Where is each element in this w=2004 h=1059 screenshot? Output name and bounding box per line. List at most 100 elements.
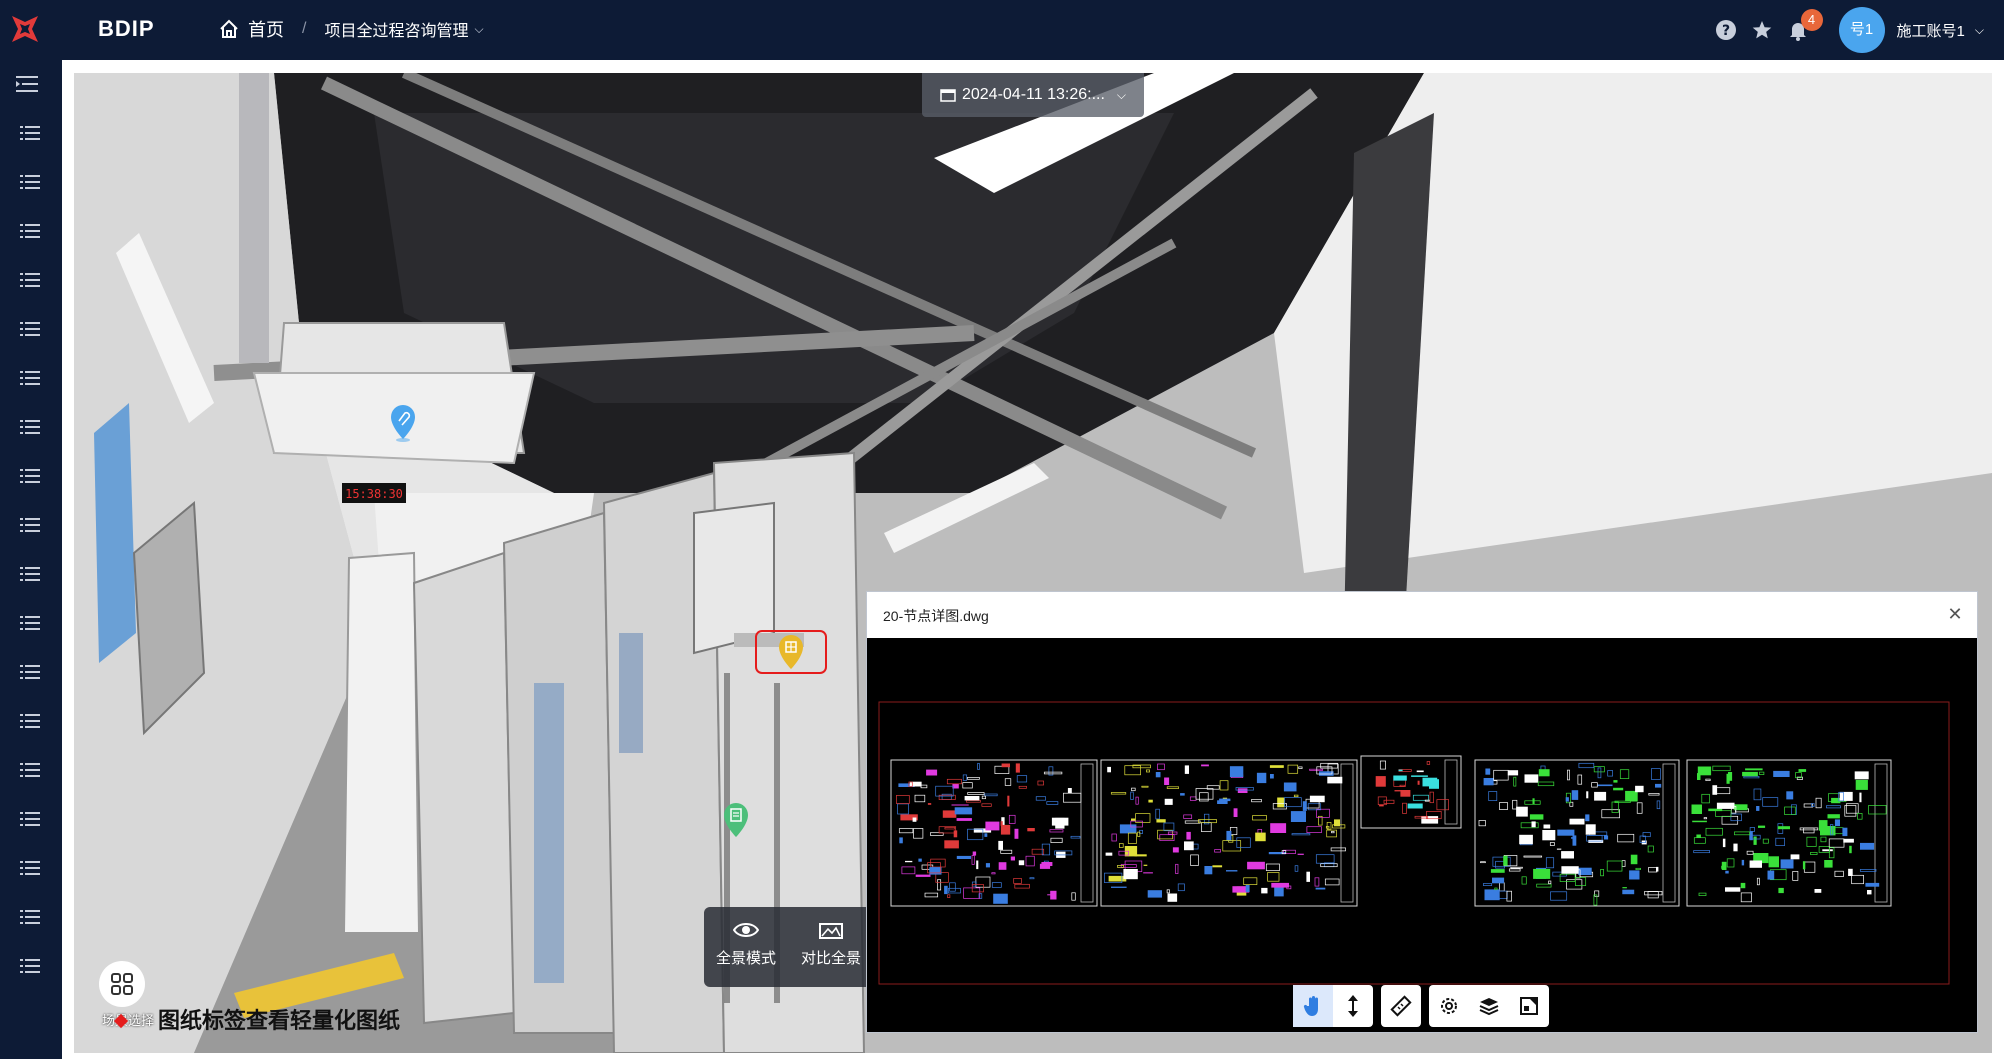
attachment-tag-pin[interactable] bbox=[388, 403, 418, 443]
cad-entity bbox=[1630, 854, 1638, 865]
cad-entity bbox=[1148, 799, 1153, 803]
list-menu-icon[interactable] bbox=[20, 663, 40, 681]
list-menu-icon[interactable] bbox=[20, 712, 40, 730]
cad-entity bbox=[1051, 817, 1069, 826]
list-menu-icon[interactable] bbox=[20, 810, 40, 828]
grid-icon bbox=[111, 973, 133, 995]
cad-entity bbox=[1229, 766, 1244, 778]
panorama-mode-button[interactable]: 全景模式 bbox=[704, 907, 788, 987]
breadcrumb-home[interactable]: 首页 bbox=[248, 16, 284, 42]
list-menu-icon[interactable] bbox=[20, 369, 40, 387]
list-menu-icon[interactable] bbox=[20, 467, 40, 485]
app-logo-icon[interactable] bbox=[6, 10, 44, 48]
cad-entity bbox=[1297, 853, 1304, 855]
cad-entity bbox=[1557, 829, 1575, 836]
cad-entity bbox=[1516, 806, 1528, 817]
cad-entity bbox=[909, 781, 922, 787]
cad-entity bbox=[1604, 835, 1609, 840]
cad-entity bbox=[1483, 778, 1494, 786]
cad-entity bbox=[944, 840, 959, 849]
cad-entity bbox=[1529, 814, 1544, 820]
chevron-down-icon[interactable]: ⌵ bbox=[474, 22, 483, 37]
cad-entity bbox=[1561, 851, 1574, 859]
cad-entity bbox=[1733, 843, 1738, 852]
cad-entity bbox=[1622, 887, 1627, 889]
cad-entity bbox=[905, 860, 913, 863]
cad-entity bbox=[1839, 791, 1853, 801]
cad-entity bbox=[1818, 820, 1828, 831]
cad-entity bbox=[1105, 852, 1113, 856]
cad-entity bbox=[1629, 870, 1640, 880]
scene-select-button[interactable] bbox=[99, 961, 145, 1007]
cad-entity bbox=[1635, 785, 1644, 793]
cad-entity bbox=[1212, 865, 1223, 868]
cad-entity bbox=[1827, 814, 1840, 819]
list-menu-icon[interactable] bbox=[20, 222, 40, 240]
list-menu-icon[interactable] bbox=[20, 565, 40, 583]
cad-entity bbox=[1613, 787, 1624, 791]
cad-entity bbox=[1834, 819, 1840, 827]
cad-entity bbox=[1571, 790, 1579, 800]
cad-entity bbox=[1740, 882, 1746, 889]
cad-entity bbox=[1167, 893, 1178, 902]
cad-entity bbox=[1741, 859, 1745, 866]
cad-entity bbox=[1107, 766, 1111, 773]
cad-entity bbox=[1186, 831, 1191, 840]
header-actions: ? 4 号1 施工账号1 ⌵ bbox=[1701, 7, 1984, 53]
home-icon[interactable] bbox=[218, 18, 240, 40]
cad-entity bbox=[1860, 842, 1875, 850]
cad-entity bbox=[1315, 887, 1326, 890]
cad-entity bbox=[1015, 763, 1020, 773]
cad-entity bbox=[1742, 771, 1758, 777]
cad-entity bbox=[1790, 854, 1800, 860]
cad-entity bbox=[1131, 818, 1136, 822]
drawing-viewer-panel: 20-节点详图.dwg ✕ bbox=[866, 591, 1978, 1033]
username[interactable]: 施工账号1 bbox=[1897, 20, 1965, 41]
help-icon[interactable]: ? bbox=[1715, 19, 1737, 41]
measure-button[interactable] bbox=[1381, 985, 1421, 1027]
avatar[interactable]: 号1 bbox=[1838, 7, 1885, 53]
cad-entity bbox=[1561, 866, 1579, 874]
cad-entity bbox=[1018, 860, 1025, 866]
list-menu-icon[interactable] bbox=[20, 614, 40, 632]
list-menu-icon[interactable] bbox=[20, 908, 40, 926]
cad-entity bbox=[998, 862, 1007, 870]
brand-name: BDIP bbox=[98, 16, 155, 41]
settings-button[interactable] bbox=[1429, 985, 1469, 1027]
cad-entity bbox=[1111, 886, 1127, 888]
list-menu-icon[interactable] bbox=[20, 418, 40, 436]
breadcrumb-project[interactable]: 项目全过程咨询管理 bbox=[324, 17, 468, 41]
menu-collapse-icon[interactable] bbox=[16, 74, 40, 94]
sidebar bbox=[0, 60, 62, 1059]
list-menu-icon[interactable] bbox=[20, 859, 40, 877]
drawing-panel-header: 20-节点详图.dwg ✕ bbox=[867, 592, 1977, 638]
list-menu-icon[interactable] bbox=[20, 516, 40, 534]
cad-entity bbox=[1585, 824, 1596, 835]
drawing-tag-pin[interactable] bbox=[776, 633, 806, 673]
cad-entity bbox=[1184, 765, 1189, 774]
compare-panorama-button[interactable]: 对比全景 bbox=[788, 907, 874, 987]
list-menu-icon[interactable] bbox=[20, 124, 40, 142]
layers-button[interactable] bbox=[1469, 985, 1509, 1027]
list-menu-icon[interactable] bbox=[20, 957, 40, 975]
list-menu-icon[interactable] bbox=[20, 320, 40, 338]
list-menu-icon[interactable] bbox=[20, 271, 40, 289]
date-selector[interactable]: 2024-04-11 13:26:... ⌵ bbox=[922, 73, 1144, 117]
cad-entity bbox=[1865, 882, 1880, 887]
pan-tool-button[interactable] bbox=[1293, 985, 1333, 1027]
close-icon[interactable]: ✕ bbox=[1945, 604, 1965, 624]
vertical-move-button[interactable] bbox=[1333, 985, 1373, 1027]
chevron-down-icon[interactable]: ⌵ bbox=[1975, 23, 1984, 38]
cad-drawing-canvas[interactable] bbox=[867, 638, 1977, 986]
cad-entity bbox=[1843, 838, 1854, 843]
notification-bell[interactable]: 4 bbox=[1787, 9, 1823, 41]
list-menu-icon[interactable] bbox=[20, 173, 40, 191]
list-menu-icon[interactable] bbox=[20, 761, 40, 779]
cad-entity bbox=[1375, 776, 1386, 787]
cad-entity bbox=[1256, 772, 1267, 784]
view-switch-button[interactable] bbox=[1509, 985, 1549, 1027]
cad-entity bbox=[1859, 792, 1862, 803]
document-tag-pin[interactable] bbox=[721, 801, 751, 841]
cad-entity bbox=[1532, 798, 1535, 805]
star-icon[interactable] bbox=[1751, 19, 1773, 41]
